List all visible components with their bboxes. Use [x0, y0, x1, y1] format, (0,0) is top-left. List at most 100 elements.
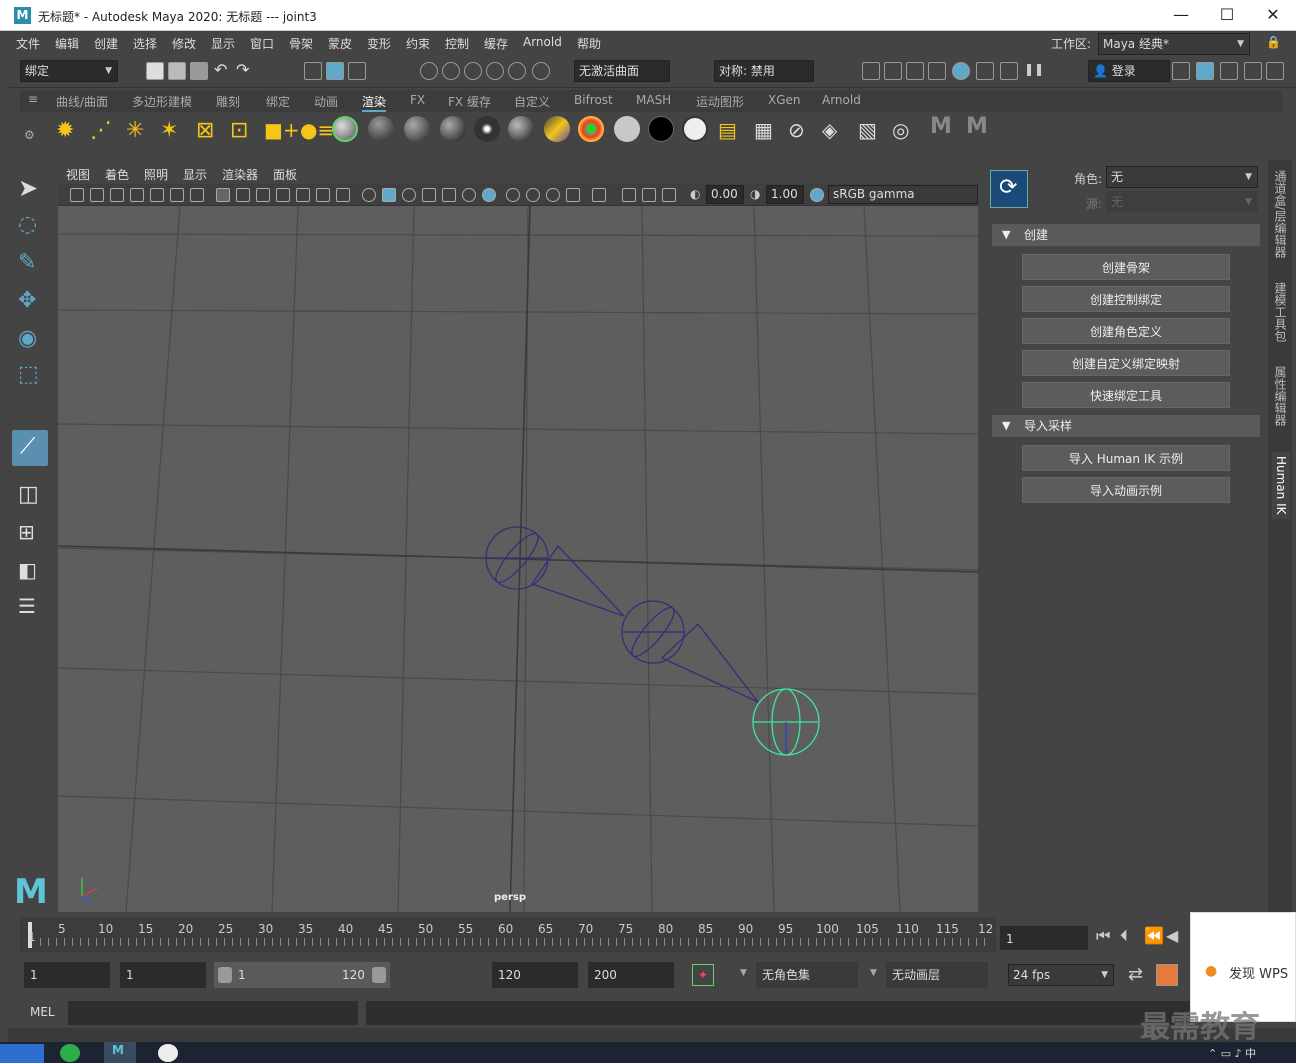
step-back-icon[interactable]: ⏴	[1120, 926, 1128, 946]
joint2[interactable]	[621, 600, 685, 664]
symmetry-dropdown[interactable]: 对称: 禁用	[714, 60, 814, 82]
mel-label[interactable]: MEL	[30, 1005, 55, 1019]
tab-channel-box[interactable]: 通道盒/层编辑器	[1272, 170, 1289, 258]
render-view-icon[interactable]	[862, 62, 880, 80]
range-slider[interactable]: 1 120	[214, 962, 390, 988]
lambert-material-icon[interactable]	[368, 116, 394, 142]
human-ik-icon[interactable]	[1196, 62, 1214, 80]
camera-aim-icon[interactable]: ●≡	[300, 118, 334, 142]
viewport-menu-show[interactable]: 显示	[183, 166, 207, 183]
shelf-tab[interactable]: XGen	[768, 93, 801, 107]
phonge-material-icon[interactable]	[440, 116, 466, 142]
view-transform-field[interactable]: sRGB gamma	[828, 185, 978, 204]
safe-title-icon[interactable]	[336, 188, 350, 202]
menu-modify[interactable]: 修改	[172, 35, 196, 52]
import-hik-example-button[interactable]: 导入 Human IK 示例	[1022, 445, 1230, 471]
textured-icon[interactable]	[422, 188, 436, 202]
mental-ray-icon[interactable]: M	[930, 114, 952, 139]
joint3[interactable]	[752, 688, 820, 756]
menu-edit[interactable]: 编辑	[55, 35, 79, 52]
grey-swatch-icon[interactable]	[682, 116, 708, 142]
shelf-tab[interactable]: FX	[410, 93, 425, 107]
open-scene-icon[interactable]	[168, 62, 186, 80]
shadows-icon[interactable]	[462, 188, 476, 202]
browser-icon[interactable]	[60, 1044, 80, 1062]
lock-icon[interactable]: 🔒	[1266, 35, 1281, 49]
gate-mask-icon[interactable]	[276, 188, 290, 202]
bookmark-icon[interactable]	[130, 188, 144, 202]
xray-components-icon[interactable]	[642, 188, 656, 202]
live-surface-field[interactable]: 无激活曲面	[574, 60, 670, 82]
range-start-handle[interactable]	[218, 967, 232, 983]
select-tool-icon[interactable]: ➤	[18, 174, 44, 202]
snap-view-plane-icon[interactable]	[486, 62, 504, 80]
playback-end-field[interactable]: 120	[492, 962, 578, 988]
tab-modeling-toolkit[interactable]: 建模工具包	[1272, 282, 1289, 342]
shelf-menu-icon[interactable]: ≡	[28, 92, 38, 106]
shelf-tab[interactable]: 多边形建模	[132, 93, 192, 110]
maximize-button[interactable]: ☐	[1204, 0, 1250, 31]
anim-prefs-icon[interactable]	[1156, 964, 1178, 986]
mental-ray-2-icon[interactable]: M	[966, 114, 988, 139]
snap-together-icon[interactable]	[532, 62, 550, 80]
close-button[interactable]: ✕	[1250, 0, 1296, 31]
scale-tool-icon[interactable]: ⬚	[18, 362, 44, 388]
maya-taskbar-icon[interactable]: M	[104, 1042, 136, 1063]
range-end-handle[interactable]	[372, 967, 386, 983]
arnold-ipr-icon[interactable]	[1000, 62, 1018, 80]
tab-human-ik[interactable]: Human IK	[1272, 452, 1290, 519]
save-scene-icon[interactable]	[190, 62, 208, 80]
import-animation-example-button[interactable]: 导入动画示例	[1022, 477, 1230, 503]
anisotropic-material-icon[interactable]	[474, 116, 500, 142]
shelf-tab[interactable]: Arnold	[822, 93, 861, 107]
xray-joints-icon[interactable]	[622, 188, 636, 202]
character-dropdown[interactable]: 无 ▼	[1106, 166, 1258, 188]
layered-shader-icon[interactable]	[544, 116, 570, 142]
new-scene-icon[interactable]	[146, 62, 164, 80]
render-layer-icon[interactable]: ◈	[822, 118, 837, 142]
menu-help[interactable]: 帮助	[577, 35, 601, 52]
render-waveform-icon[interactable]: ▤	[718, 118, 737, 142]
paint-select-icon[interactable]: ✎	[18, 250, 44, 276]
ipr-render-icon[interactable]	[906, 62, 924, 80]
shelf-tab[interactable]: 动画	[314, 93, 338, 110]
directional-light-icon[interactable]: ⋰	[90, 118, 112, 143]
four-view-icon[interactable]: ⊞	[18, 520, 44, 546]
shelf-tab[interactable]: 曲线/曲面	[56, 93, 108, 110]
shelf-tab[interactable]: Bifrost	[574, 93, 613, 107]
select-hierarchy-icon[interactable]	[304, 62, 322, 80]
blinn-material-icon[interactable]	[332, 116, 358, 142]
shelf-tab[interactable]: MASH	[636, 93, 671, 107]
play-backwards-icon[interactable]: ◀	[1166, 926, 1178, 945]
grid-icon[interactable]	[216, 188, 230, 202]
create-control-rig-button[interactable]: 创建控制绑定	[1022, 286, 1230, 312]
menu-skeleton[interactable]: 骨架	[289, 35, 313, 52]
two-view-icon[interactable]: ◧	[18, 558, 44, 584]
make-live-icon[interactable]	[508, 62, 526, 80]
menu-create[interactable]: 创建	[94, 35, 118, 52]
wireframe-icon[interactable]	[362, 188, 376, 202]
search-icon[interactable]	[0, 1044, 44, 1063]
isolate-select-icon[interactable]	[482, 188, 496, 202]
minimize-button[interactable]: —	[1158, 0, 1204, 31]
select-object-icon[interactable]	[326, 62, 344, 80]
tool-settings-icon[interactable]	[1244, 62, 1262, 80]
wireframe-on-shaded-icon[interactable]	[402, 188, 416, 202]
menu-control[interactable]: 控制	[445, 35, 469, 52]
lasso-tool-icon[interactable]: ◌	[18, 212, 44, 238]
create-custom-rig-mapping-button[interactable]: 创建自定义绑定映射	[1022, 350, 1230, 376]
menu-deform[interactable]: 变形	[367, 35, 391, 52]
render-batch-icon[interactable]: ⊘	[788, 118, 805, 142]
area-light-icon[interactable]: ⊠	[196, 118, 214, 143]
volume-light-icon[interactable]: ⊡	[230, 118, 248, 143]
viewport-menu-view[interactable]: 视图	[66, 166, 90, 183]
joint1[interactable]	[485, 526, 549, 590]
menu-set-dropdown[interactable]: 绑定 ▼	[20, 60, 118, 82]
2d-pan-icon[interactable]	[170, 188, 184, 202]
attribute-editor-icon[interactable]	[1220, 62, 1238, 80]
menu-arnold[interactable]: Arnold	[523, 35, 562, 49]
viewport-menu-renderer[interactable]: 渲染器	[222, 166, 258, 183]
safe-action-icon[interactable]	[316, 188, 330, 202]
animation-start-field[interactable]: 1	[24, 962, 110, 988]
workspace-dropdown[interactable]: Maya 经典* ▼	[1098, 33, 1250, 55]
